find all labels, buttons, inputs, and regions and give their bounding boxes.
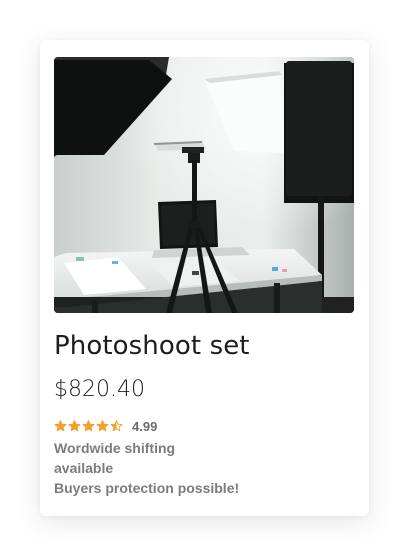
star-full-icon	[96, 420, 109, 432]
product-price: $820.40	[54, 377, 145, 402]
star-rating	[54, 420, 123, 432]
protection-text: Buyers protection possible!	[54, 480, 240, 496]
star-full-icon	[54, 420, 67, 432]
product-image[interactable]	[54, 57, 354, 313]
star-full-icon	[82, 420, 95, 432]
shipping-text-2: available	[54, 460, 114, 476]
product-card[interactable]: Photoshoot set $820.40 4.99 Wordwide shi…	[40, 40, 369, 516]
shipping-text: Wordwide shifting	[54, 440, 176, 456]
rating: 4.99	[54, 417, 157, 435]
star-full-icon	[68, 420, 81, 432]
rating-value: 4.99	[132, 418, 158, 434]
product-title[interactable]: Photoshoot set	[54, 331, 250, 361]
star-half-icon	[110, 420, 123, 432]
product-info: Wordwide shifting available Buyers prote…	[54, 438, 344, 498]
